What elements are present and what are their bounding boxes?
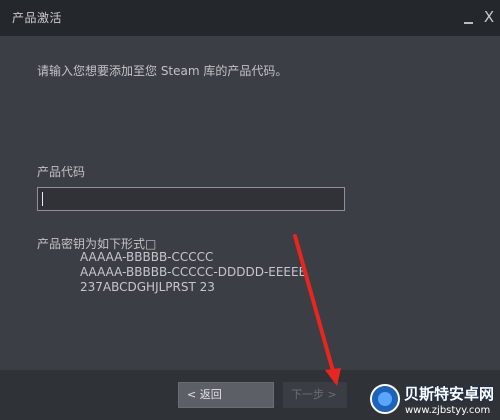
minimize-icon	[464, 22, 473, 24]
product-code-input[interactable]	[38, 188, 346, 210]
back-button[interactable]: < 返回	[178, 382, 274, 408]
close-button[interactable]: X	[482, 8, 496, 26]
key-format-example: 237ABCDGHJLPRST 23	[80, 280, 215, 294]
key-format-example: AAAAA-BBBBB-CCCCC	[80, 250, 214, 264]
next-button[interactable]: 下一步 >	[283, 382, 347, 408]
window-title: 产品激活	[12, 11, 63, 25]
title-bar[interactable]: 产品激活 X	[0, 0, 500, 36]
watermark: 贝斯特安卓网 www.zjbstyy.com	[368, 378, 500, 420]
dialog-content: 请输入您想要添加至您 Steam 库的产品代码。 产品代码 产品密钥为如下形式□…	[0, 36, 500, 370]
product-code-field[interactable]	[37, 187, 346, 211]
minimize-button[interactable]	[462, 10, 474, 26]
instruction-text: 请输入您想要添加至您 Steam 库的产品代码。	[37, 64, 288, 78]
watermark-name: 贝斯特安卓网	[404, 385, 495, 403]
key-format-example: AAAAA-BBBBB-CCCCC-DDDDD-EEEEE	[80, 265, 307, 279]
watermark-logo-icon	[370, 384, 400, 414]
watermark-url: www.zjbstyy.com	[405, 405, 491, 416]
product-code-label: 产品代码	[37, 165, 86, 179]
text-cursor	[42, 192, 43, 206]
close-icon: X	[483, 8, 495, 26]
product-activation-window: 产品激活 X 请输入您想要添加至您 Steam 库的产品代码。 产品代码 产品密…	[0, 0, 500, 420]
